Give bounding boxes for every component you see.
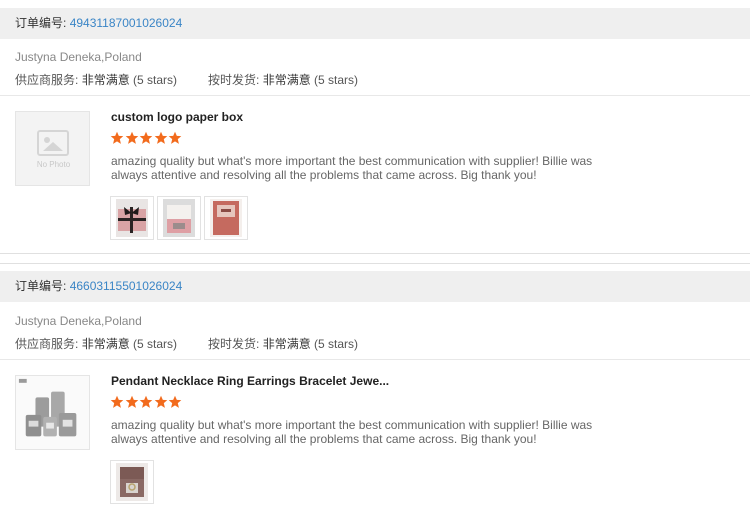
star-icon: [125, 131, 138, 144]
delivery-stars: (5 stars): [314, 73, 359, 87]
order-label: 订单编号:: [15, 279, 67, 293]
review-card: 订单编号: 49431187001026024 Justyna Deneka,P…: [0, 0, 750, 254]
star-icon: [168, 131, 182, 144]
review-photo-gallery: [110, 460, 157, 504]
order-number-link[interactable]: 46603115501026024: [70, 279, 183, 293]
buyer-name: Justyna Deneka,Poland: [15, 314, 142, 328]
no-photo-icon: [37, 130, 69, 156]
service-ratings: 供应商服务: 非常满意 (5 stars) 按时发货: 非常满意 (5 star…: [15, 71, 358, 88]
delivery-value: 非常满意: [262, 337, 311, 351]
service-ratings: 供应商服务: 非常满意 (5 stars) 按时发货: 非常满意 (5 star…: [15, 335, 358, 352]
order-header: 订单编号: 49431187001026024: [0, 8, 750, 39]
star-icon: [139, 131, 153, 144]
product-thumbnail[interactable]: No Photo: [15, 111, 90, 186]
divider: [0, 95, 750, 96]
star-rating: [110, 131, 183, 147]
star-icon: [110, 131, 124, 144]
review-photo[interactable]: [110, 196, 154, 240]
no-photo-label: No Photo: [36, 160, 71, 169]
review-photo-gallery: [110, 196, 251, 240]
product-title-link[interactable]: Pendant Necklace Ring Earrings Bracelet …: [111, 374, 389, 388]
buyer-name: Justyna Deneka,Poland: [15, 50, 142, 64]
order-header: 订单编号: 46603115501026024: [0, 271, 750, 302]
delivery-label: 按时发货:: [208, 73, 260, 87]
product-thumbnail[interactable]: [15, 375, 90, 450]
supplier-service-stars: (5 stars): [133, 337, 178, 351]
star-icon: [154, 395, 167, 408]
supplier-service-stars: (5 stars): [133, 73, 178, 87]
star-icon: [125, 395, 138, 408]
review-photo[interactable]: [157, 196, 201, 240]
delivery-stars: (5 stars): [314, 337, 359, 351]
review-comment: amazing quality but what's more importan…: [111, 154, 593, 182]
delivery-label: 按时发货:: [208, 337, 260, 351]
supplier-service-value: 非常满意: [81, 337, 130, 351]
star-icon: [154, 131, 167, 144]
star-icon: [168, 395, 182, 408]
star-icon: [139, 395, 153, 408]
jewelry-boxes-photo: [16, 376, 89, 449]
star-rating: [110, 395, 183, 411]
supplier-service-label: 供应商服务:: [15, 337, 79, 351]
supplier-service-label: 供应商服务:: [15, 73, 79, 87]
ring-box-photo: [116, 463, 148, 501]
order-label: 订单编号:: [15, 16, 67, 30]
review-comment: amazing quality but what's more importan…: [111, 418, 593, 446]
divider: [0, 359, 750, 360]
pink-box-card-photo: [163, 199, 195, 237]
order-number-link[interactable]: 49431187001026024: [70, 16, 183, 30]
review-photo[interactable]: [204, 196, 248, 240]
review-card: 订单编号: 46603115501026024 Justyna Deneka,P…: [0, 263, 750, 510]
product-title-link[interactable]: custom logo paper box: [111, 110, 243, 124]
red-box-photo: [210, 199, 242, 237]
delivery-value: 非常满意: [262, 73, 311, 87]
star-icon: [110, 395, 124, 408]
pink-box-photo: [116, 199, 148, 237]
review-photo[interactable]: [110, 460, 154, 504]
supplier-service-value: 非常满意: [81, 73, 130, 87]
